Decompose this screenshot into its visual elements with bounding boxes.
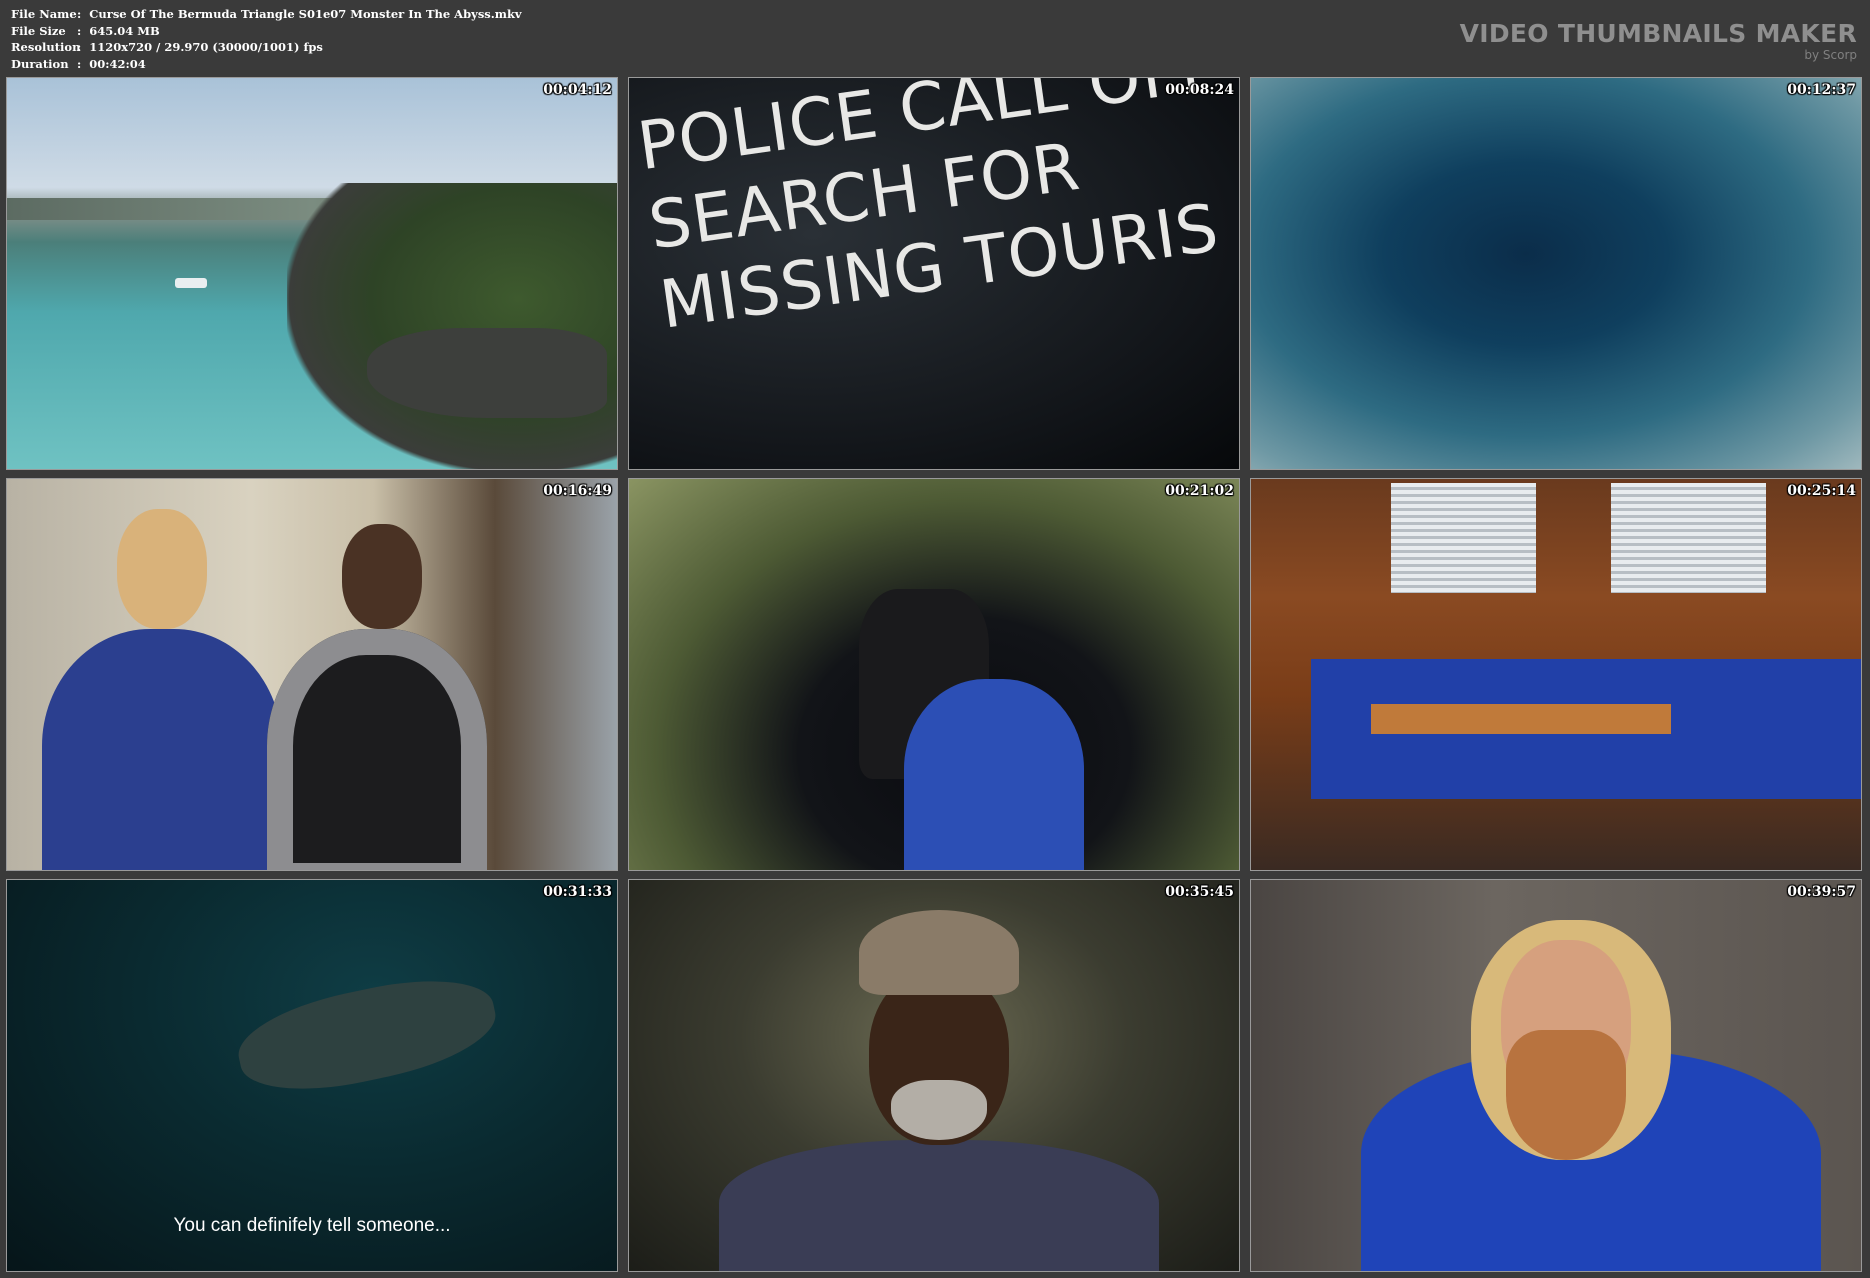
- info-key: Duration: [11, 56, 69, 71]
- video-subtitle: You can definifely tell someone...: [173, 1215, 451, 1236]
- timestamp: 00:12:37: [1787, 82, 1856, 98]
- thumbnail-3[interactable]: 00:12:37: [1250, 77, 1862, 470]
- person-blue-jacket: [904, 679, 1084, 870]
- window-blinds: [1391, 483, 1536, 593]
- timestamp: 00:04:12: [543, 82, 612, 98]
- thumbnail-6[interactable]: 00:25:14: [1250, 478, 1862, 871]
- timestamp: 00:35:45: [1165, 884, 1234, 900]
- wooden-table: [1371, 704, 1671, 734]
- brand-subtitle: by Scorp: [1804, 48, 1857, 62]
- file-info: File Name : Curse Of The Bermuda Triangl…: [11, 6, 522, 72]
- info-row-filesize: File Size : 645.04 MB: [11, 23, 522, 40]
- brand-logo: VIDEO THUMBNAILS MAKER by Scorp: [1459, 19, 1857, 63]
- window-blinds: [1611, 483, 1766, 593]
- diver-frame: You can definifely tell someone...: [7, 880, 617, 1271]
- info-separator: :: [77, 23, 82, 38]
- timestamp: 00:31:33: [543, 884, 612, 900]
- flat-cap: [859, 910, 1019, 995]
- timestamp: 00:39:57: [1787, 884, 1856, 900]
- man-with-cap-frame: [629, 880, 1239, 1271]
- info-separator: :: [77, 40, 82, 54]
- info-value: Curse Of The Bermuda Triangle S01e07 Mon…: [89, 7, 522, 21]
- rock-cliff: [367, 328, 607, 418]
- info-header: File Name : Curse Of The Bermuda Triangl…: [0, 0, 1870, 76]
- thumbnail-4[interactable]: 00:16:49: [6, 478, 618, 871]
- newspaper-headline: POLICE CALL OFF SEARCH FOR MISSING TOURI…: [633, 78, 1239, 346]
- info-key: File Name: [11, 7, 77, 21]
- timestamp: 00:25:14: [1787, 483, 1856, 499]
- person-head: [117, 509, 207, 629]
- cave-entrance-frame: [629, 479, 1239, 870]
- person-head: [342, 524, 422, 629]
- thumbnail-7[interactable]: You can definifely tell someone... 00:31…: [6, 879, 618, 1272]
- timestamp: 00:16:49: [543, 483, 612, 499]
- info-key: File Size: [11, 23, 66, 38]
- two-men-indoors-frame: [7, 479, 617, 870]
- red-beard: [1506, 1030, 1626, 1160]
- grey-beard: [891, 1080, 987, 1140]
- brand-title: VIDEO THUMBNAILS MAKER: [1459, 19, 1857, 48]
- info-row-resolution: Resolution : 1120x720 / 29.970 (30000/10…: [11, 39, 522, 56]
- scuba-diver: [230, 963, 504, 1107]
- person-shirt: [719, 1140, 1159, 1271]
- thumbnail-9[interactable]: 00:39:57: [1250, 879, 1862, 1272]
- thumbnail-1[interactable]: 00:04:12: [6, 77, 618, 470]
- thumbnail-5[interactable]: 00:21:02: [628, 478, 1240, 871]
- info-separator: :: [77, 7, 82, 21]
- info-value: 00:42:04: [89, 56, 146, 71]
- person-raglan-shirt: [267, 629, 487, 870]
- thumbnail-2[interactable]: POLICE CALL OFF SEARCH FOR MISSING TOURI…: [628, 77, 1240, 470]
- info-row-duration: Duration : 00:42:04: [11, 56, 522, 73]
- newspaper-frame: POLICE CALL OFF SEARCH FOR MISSING TOURI…: [629, 78, 1239, 469]
- info-separator: :: [77, 56, 82, 71]
- timestamp: 00:08:24: [1165, 82, 1234, 98]
- bearded-man-frame: [1251, 880, 1861, 1271]
- person-blue-shirt: [42, 629, 282, 870]
- info-key: Resolution: [11, 40, 81, 54]
- island-vegetation: [287, 183, 617, 469]
- thumbnail-grid: 00:04:12 POLICE CALL OFF SEARCH FOR MISS…: [6, 77, 1864, 1272]
- info-value: 1120x720 / 29.970 (30000/1001) fps: [89, 40, 323, 54]
- thumbnail-8[interactable]: 00:35:45: [628, 879, 1240, 1272]
- boat: [175, 278, 207, 288]
- info-value: 645.04 MB: [89, 23, 160, 38]
- aerial-coastline-frame: [7, 78, 617, 469]
- info-row-filename: File Name : Curse Of The Bermuda Triangl…: [11, 6, 522, 23]
- deep-water-frame: [1251, 78, 1861, 469]
- timestamp: 00:21:02: [1165, 483, 1234, 499]
- boat-cabin-frame: [1251, 479, 1861, 870]
